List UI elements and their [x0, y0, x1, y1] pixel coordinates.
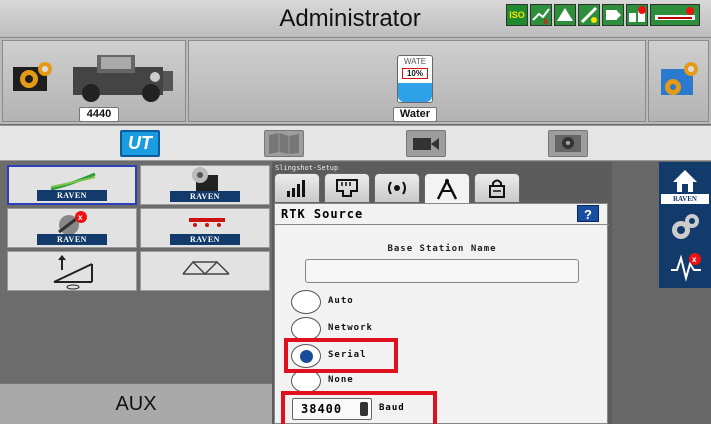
section-label: Slingshot-Setup	[275, 164, 339, 172]
product-panel[interactable]: WATE 10% Water	[188, 40, 646, 122]
app-boom-frame[interactable]	[140, 251, 270, 291]
tab-signal[interactable]	[274, 173, 320, 203]
svg-text:x: x	[692, 255, 697, 264]
guidance-status-icon[interactable]	[554, 4, 576, 26]
raven-logo: RAVEN	[661, 194, 709, 204]
vehicle-label: 4440	[79, 107, 119, 122]
svg-text:x: x	[543, 16, 548, 25]
gps-status-icon[interactable]	[578, 4, 600, 26]
tab-ut[interactable]: UT	[120, 130, 160, 157]
radio-label-auto: Auto	[328, 296, 354, 306]
center-right-gap	[612, 162, 659, 424]
tank-label: Water	[393, 107, 437, 122]
tank-short-label: WATE	[403, 57, 427, 66]
rtk-source-title: RTK Source	[281, 207, 364, 221]
app-raven-boom[interactable]: RAVEN	[140, 208, 270, 248]
implement-status-icon[interactable]	[650, 4, 700, 26]
title-divider	[275, 224, 609, 225]
gear-panel-icon	[555, 135, 581, 152]
tank-fill-level	[398, 83, 432, 102]
page-title: Administrator	[279, 5, 421, 32]
boom-sections-icon	[189, 218, 225, 227]
screen: Administrator ISO x 4440 WATE 10% Water …	[0, 0, 711, 424]
home-icon[interactable]	[671, 168, 699, 194]
display-status-icon[interactable]	[602, 4, 624, 26]
radio-button[interactable]	[291, 290, 321, 314]
tab-security[interactable]	[474, 173, 520, 203]
radio-label-network: Network	[328, 323, 373, 333]
raven-logo: RAVEN	[170, 234, 240, 245]
right-nav: RAVEN x	[659, 162, 711, 288]
iso-status-icon[interactable]: ISO	[506, 4, 528, 26]
lock-icon	[489, 179, 505, 198]
radio-label-none: None	[328, 375, 354, 385]
map-icon	[269, 133, 299, 154]
tank-percent: 10%	[402, 68, 428, 79]
tank-gauge[interactable]: WATE 10%	[397, 55, 433, 103]
main-tab-bar: UT	[0, 125, 711, 161]
raven-logo: RAVEN	[37, 234, 107, 245]
tractor-icon	[73, 55, 173, 102]
top-bar: Administrator ISO x	[0, 0, 711, 38]
app-raven-slingshot[interactable]: RAVEN	[7, 165, 137, 205]
gear-settings-icon[interactable]	[669, 212, 701, 242]
right-nav-empty	[659, 288, 711, 424]
boom-frame-icon	[182, 260, 230, 276]
rtk-source-content: RTK Source ? Base Station Name Auto Netw…	[274, 203, 609, 424]
baud-highlight	[281, 391, 437, 424]
settings-panel: Slingshot-Setup RTK Source ? Base Statio…	[272, 162, 612, 424]
aux-button[interactable]: AUX	[0, 383, 272, 424]
ut-icon: UT	[128, 133, 152, 153]
app-raven-guidance[interactable]: x RAVEN	[7, 208, 137, 248]
raven-logo: RAVEN	[170, 191, 240, 202]
machine-row: 4440 WATE 10% Water	[0, 38, 711, 124]
vehicle-settings-icon[interactable]	[9, 59, 55, 95]
tab-wireless[interactable]	[374, 173, 420, 203]
implement-settings-icon[interactable]	[657, 59, 701, 99]
height-control-icon	[53, 255, 93, 290]
wireless-icon	[388, 181, 406, 195]
help-button[interactable]: ?	[577, 205, 599, 222]
vehicle-panel[interactable]: 4440	[2, 40, 186, 122]
app-height-control[interactable]	[7, 251, 137, 291]
base-station-name-input[interactable]	[305, 259, 579, 283]
raven-logo: RAVEN	[37, 190, 107, 201]
tab-gps-antenna[interactable]	[424, 173, 470, 205]
diagnostics-alarm-icon[interactable]: x	[669, 252, 703, 282]
tools-panel[interactable]	[648, 40, 709, 122]
field-curve-icon	[50, 172, 96, 191]
section-status-icon[interactable]: x	[530, 4, 552, 26]
controller-icon	[192, 167, 218, 191]
serial-highlight	[284, 338, 398, 373]
signal-bars-icon	[287, 180, 305, 197]
alarm-status-icon[interactable]	[626, 4, 648, 26]
guidance-error-icon: x	[58, 211, 87, 235]
tab-camera[interactable]	[406, 130, 446, 157]
camera-icon	[413, 138, 439, 150]
tab-ethernet[interactable]	[324, 173, 370, 203]
svg-text:x: x	[78, 213, 83, 222]
ethernet-port-icon	[336, 179, 358, 197]
tab-map[interactable]	[264, 130, 304, 157]
tab-settings[interactable]	[548, 130, 588, 157]
base-station-label: Base Station Name	[387, 244, 497, 254]
antenna-icon	[436, 177, 458, 200]
app-raven-sprayer[interactable]: RAVEN	[140, 165, 270, 205]
